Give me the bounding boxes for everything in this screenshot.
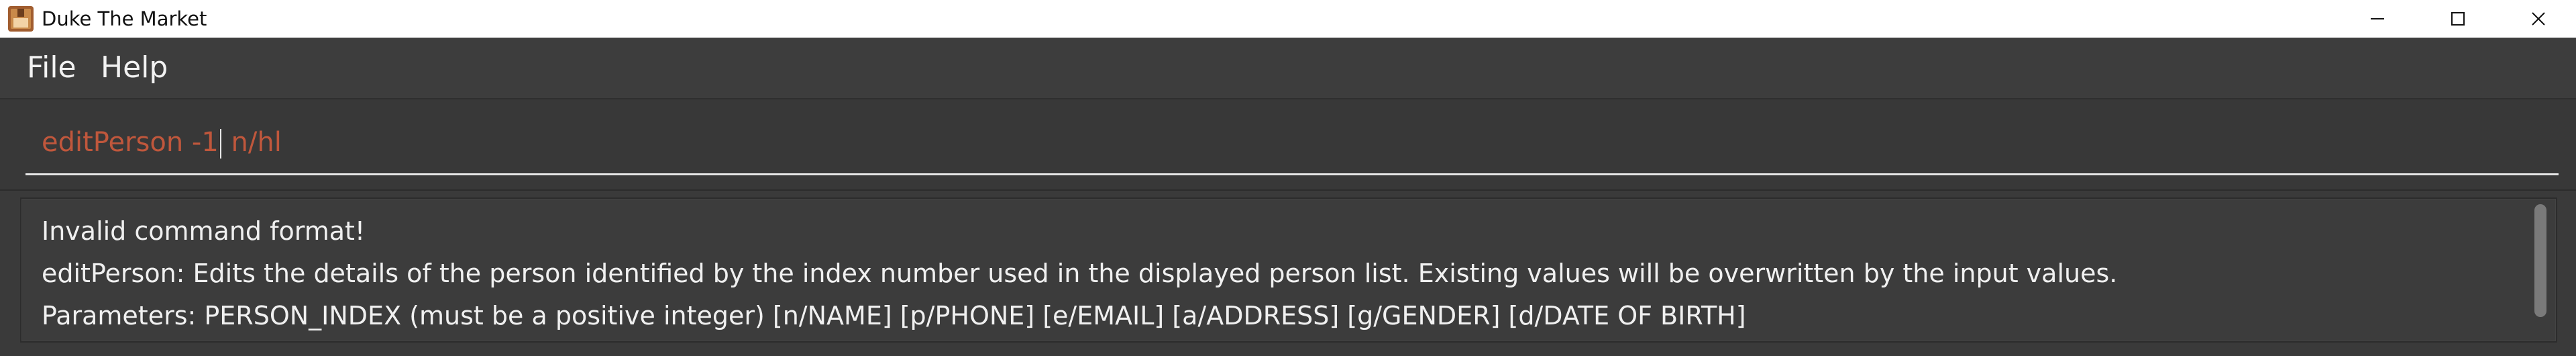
command-text: editPerson -1 n/hl xyxy=(42,112,282,173)
maximize-button[interactable] xyxy=(2420,0,2496,38)
close-button[interactable] xyxy=(2501,0,2576,38)
result-line: Invalid command format! xyxy=(42,216,366,246)
menu-bar: File Help xyxy=(0,38,2576,99)
command-text-after-caret: n/hl xyxy=(222,127,282,158)
command-text-before-caret: editPerson -1 xyxy=(42,127,219,158)
window-title: Duke The Market xyxy=(42,7,207,30)
maximize-icon xyxy=(2451,12,2465,26)
result-scrollbar-thumb[interactable] xyxy=(2534,204,2546,317)
menu-help[interactable]: Help xyxy=(101,38,168,98)
result-line: Parameters: PERSON_INDEX (must be a posi… xyxy=(42,301,1746,330)
command-input[interactable]: editPerson -1 n/hl xyxy=(25,112,2559,175)
text-caret xyxy=(219,129,221,159)
result-pane: Invalid command format! editPerson: Edit… xyxy=(0,191,2576,356)
result-line: editPerson: Edits the details of the per… xyxy=(42,259,2118,288)
result-display[interactable]: Invalid command format! editPerson: Edit… xyxy=(20,197,2557,343)
command-pane: editPerson -1 n/hl xyxy=(0,99,2576,191)
close-icon xyxy=(2532,12,2545,26)
title-bar: Duke The Market xyxy=(0,0,2576,38)
minimize-icon xyxy=(2371,18,2384,19)
duke-app-icon xyxy=(8,6,34,32)
menu-file[interactable]: File xyxy=(27,38,76,98)
minimize-button[interactable] xyxy=(2340,0,2415,38)
